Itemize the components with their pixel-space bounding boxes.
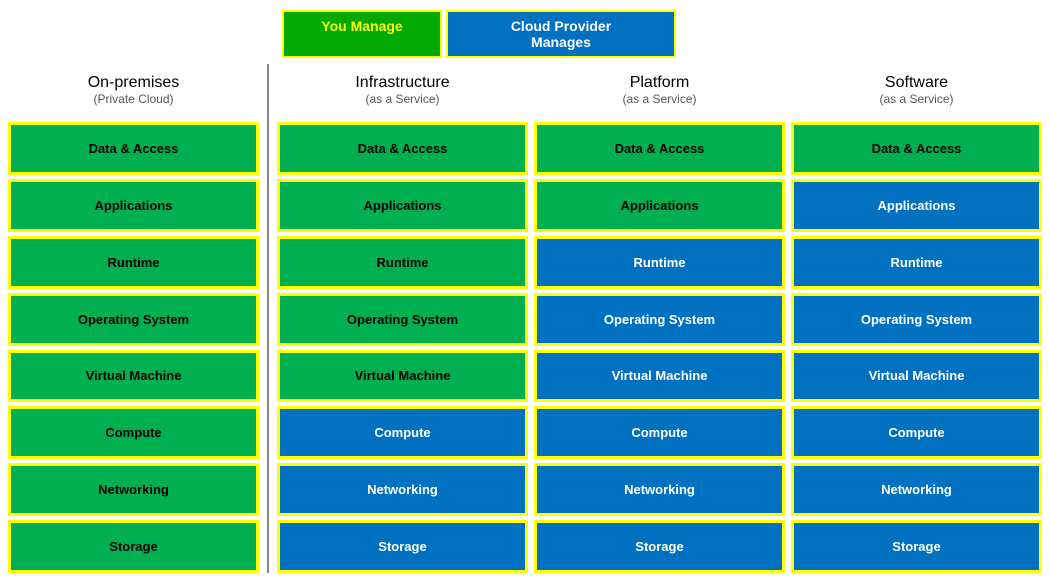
col-iaas: Infrastructure (as a Service) Data & Acc…: [277, 64, 528, 573]
col-title-on-premises: On-premises: [88, 74, 180, 92]
col-title-paas: Platform: [630, 74, 690, 92]
divider-1: [267, 64, 269, 573]
cell-paas-storage: Storage: [534, 520, 785, 573]
cell-iaas-storage: Storage: [277, 520, 528, 573]
col-paas: Platform (as a Service) Data & Access Ap…: [534, 64, 785, 573]
cell-paas-data-access: Data & Access: [534, 122, 785, 175]
cell-saas-applications: Applications: [791, 179, 1042, 232]
you-manage-badge: You Manage: [282, 10, 442, 58]
cell-paas-runtime: Runtime: [534, 236, 785, 289]
col-header-iaas: Infrastructure (as a Service): [277, 64, 528, 116]
col-subtitle-on-premises: (Private Cloud): [93, 92, 173, 106]
cell-saas-os: Operating System: [791, 293, 1042, 346]
cell-iaas-networking: Networking: [277, 463, 528, 516]
rows-paas: Data & Access Applications Runtime Opera…: [534, 122, 785, 573]
col-header-on-premises: On-premises (Private Cloud): [8, 64, 259, 116]
col-title-iaas: Infrastructure: [355, 74, 449, 92]
cell-iaas-applications: Applications: [277, 179, 528, 232]
cell-on-prem-networking: Networking: [8, 463, 259, 516]
cell-on-prem-compute: Compute: [8, 406, 259, 459]
main-container: You Manage Cloud ProviderManages On-prem…: [0, 0, 1050, 583]
cell-on-prem-data-access: Data & Access: [8, 122, 259, 175]
cell-saas-data-access: Data & Access: [791, 122, 1042, 175]
col-subtitle-paas: (as a Service): [622, 92, 696, 106]
col-subtitle-iaas: (as a Service): [365, 92, 439, 106]
cell-paas-compute: Compute: [534, 406, 785, 459]
cell-on-prem-storage: Storage: [8, 520, 259, 573]
cell-saas-compute: Compute: [791, 406, 1042, 459]
cell-iaas-data-access: Data & Access: [277, 122, 528, 175]
col-header-paas: Platform (as a Service): [534, 64, 785, 116]
cell-paas-os: Operating System: [534, 293, 785, 346]
rows-on-premises: Data & Access Applications Runtime Opera…: [8, 122, 259, 573]
cell-paas-vm: Virtual Machine: [534, 350, 785, 403]
cell-iaas-compute: Compute: [277, 406, 528, 459]
cell-on-prem-vm: Virtual Machine: [8, 350, 259, 403]
cell-on-prem-runtime: Runtime: [8, 236, 259, 289]
cell-saas-runtime: Runtime: [791, 236, 1042, 289]
header-row: You Manage Cloud ProviderManages: [8, 10, 1042, 58]
cell-saas-storage: Storage: [791, 520, 1042, 573]
col-subtitle-saas: (as a Service): [879, 92, 953, 106]
rows-saas: Data & Access Applications Runtime Opera…: [791, 122, 1042, 573]
col-header-saas: Software (as a Service): [791, 64, 1042, 116]
columns-row: On-premises (Private Cloud) Data & Acces…: [8, 64, 1042, 573]
col-on-premises: On-premises (Private Cloud) Data & Acces…: [8, 64, 259, 573]
col-title-saas: Software: [885, 74, 948, 92]
cell-on-prem-os: Operating System: [8, 293, 259, 346]
col-saas: Software (as a Service) Data & Access Ap…: [791, 64, 1042, 573]
rows-iaas: Data & Access Applications Runtime Opera…: [277, 122, 528, 573]
cell-iaas-runtime: Runtime: [277, 236, 528, 289]
cell-saas-networking: Networking: [791, 463, 1042, 516]
cell-saas-vm: Virtual Machine: [791, 350, 1042, 403]
cloud-manages-badge: Cloud ProviderManages: [446, 10, 676, 58]
cell-paas-applications: Applications: [534, 179, 785, 232]
cell-iaas-os: Operating System: [277, 293, 528, 346]
cell-paas-networking: Networking: [534, 463, 785, 516]
cell-on-prem-applications: Applications: [8, 179, 259, 232]
cell-iaas-vm: Virtual Machine: [277, 350, 528, 403]
